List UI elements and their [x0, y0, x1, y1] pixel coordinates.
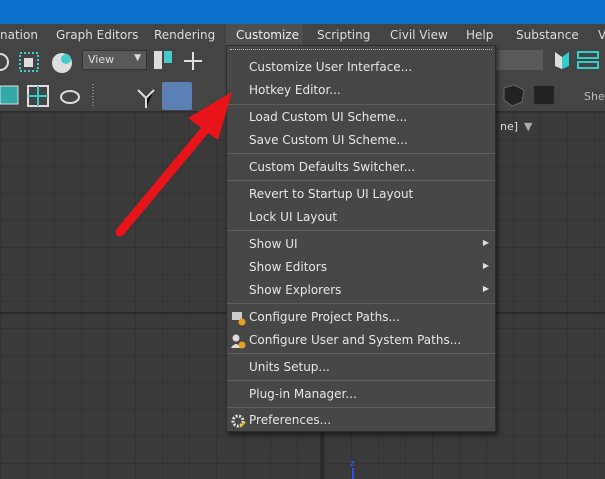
menu-item-show-ui[interactable]: Show UI ▶ [227, 234, 495, 256]
menu-item-save-custom-ui-scheme[interactable]: Save Custom UI Scheme... [227, 130, 495, 152]
menu-item-show-editors[interactable]: Show Editors ▶ [227, 257, 495, 279]
snap-toggle-button-active[interactable] [162, 82, 192, 110]
item-label: Save Custom UI Scheme... [249, 133, 408, 147]
item-label: Revert to Startup UI Layout [249, 187, 414, 201]
menu-help[interactable]: Help [466, 24, 493, 46]
title-bar [0, 0, 605, 24]
menu-separator [227, 380, 495, 381]
menu-bar: nation Graph Editors Rendering Customize… [0, 24, 605, 46]
item-label: Configure User and System Paths... [249, 333, 462, 347]
menu-separator [227, 153, 495, 154]
filter-icon[interactable]: ▼ [524, 120, 532, 133]
menu-scripting[interactable]: Scripting [317, 24, 370, 46]
menu-item-configure-user-and-system-paths[interactable]: Configure User and System Paths... [227, 330, 495, 352]
pivot-move-icons[interactable] [152, 48, 222, 74]
menu-item-lock-ui-layout[interactable]: Lock UI Layout [227, 207, 495, 229]
item-label: Show UI [249, 237, 298, 251]
render-snap-icons[interactable] [0, 82, 160, 110]
project-paths-icon [232, 312, 246, 326]
menu-civil-view[interactable]: Civil View [390, 24, 448, 46]
reference-coordinate-dropdown[interactable]: View ▼ [82, 50, 147, 70]
menu-separator [227, 353, 495, 354]
item-label: Configure Project Paths... [249, 310, 400, 324]
item-label: Customize User Interface... [249, 60, 413, 74]
gear-icon [231, 414, 246, 428]
menu-substance[interactable]: Substance [516, 24, 579, 46]
item-label: Plug-in Manager... [249, 387, 357, 401]
item-label: Show Explorers [249, 283, 342, 297]
shelf-label: Shel [584, 90, 605, 103]
dropdown-value: View [88, 53, 115, 66]
item-label: Load Custom UI Scheme... [249, 110, 408, 124]
menu-item-show-explorers[interactable]: Show Explorers ▶ [227, 280, 495, 302]
tear-off-handle[interactable] [230, 49, 492, 51]
menu-item-units-setup[interactable]: Units Setup... [227, 357, 495, 379]
substance-icons[interactable] [500, 82, 560, 108]
item-label: Units Setup... [249, 360, 330, 374]
item-label: Preferences... [249, 413, 332, 427]
redo-select-icons[interactable] [0, 50, 80, 74]
viewport-label[interactable]: ne] [500, 120, 518, 133]
menu-customize[interactable]: Customize [226, 24, 303, 46]
user-paths-icon [231, 334, 246, 349]
menu-item-revert-to-startup-ui-layout[interactable]: Revert to Startup UI Layout [227, 184, 495, 206]
menu-separator [227, 104, 495, 105]
menu-item-hotkey-editor[interactable]: Hotkey Editor... [227, 80, 495, 102]
customize-menu: Customize User Interface... Hotkey Edito… [226, 45, 496, 432]
menu-graph-editors[interactable]: Graph Editors [56, 24, 138, 46]
named-selection-dropdown[interactable] [495, 50, 543, 70]
menu-more[interactable]: V [598, 24, 605, 46]
menu-item-configure-project-paths[interactable]: Configure Project Paths... [227, 307, 495, 329]
menu-separator [227, 407, 495, 408]
item-label: Hotkey Editor... [249, 83, 341, 97]
menu-rendering[interactable]: Rendering [154, 24, 215, 46]
mirror-align-icons[interactable] [552, 49, 605, 73]
menu-separator [227, 230, 495, 231]
menu-item-custom-defaults-switcher[interactable]: Custom Defaults Switcher... [227, 157, 495, 179]
menu-item-preferences[interactable]: Preferences... [227, 410, 495, 432]
item-label: Custom Defaults Switcher... [249, 160, 416, 174]
menu-item-customize-user-interface[interactable]: Customize User Interface... [227, 57, 495, 79]
chevron-down-icon: ▼ [134, 53, 141, 63]
item-label: Lock UI Layout [249, 210, 338, 224]
menu-separator [227, 180, 495, 181]
z-axis-gizmo [352, 468, 354, 479]
item-label: Show Editors [249, 260, 327, 274]
submenu-arrow-icon: ▶ [482, 238, 489, 247]
submenu-arrow-icon: ▶ [482, 261, 489, 270]
menu-item-plug-in-manager[interactable]: Plug-in Manager... [227, 384, 495, 406]
menu-item-load-custom-ui-scheme[interactable]: Load Custom UI Scheme... [227, 107, 495, 129]
menu-separator [227, 303, 495, 304]
submenu-arrow-icon: ▶ [482, 284, 489, 293]
menu-animation[interactable]: nation [0, 24, 38, 46]
